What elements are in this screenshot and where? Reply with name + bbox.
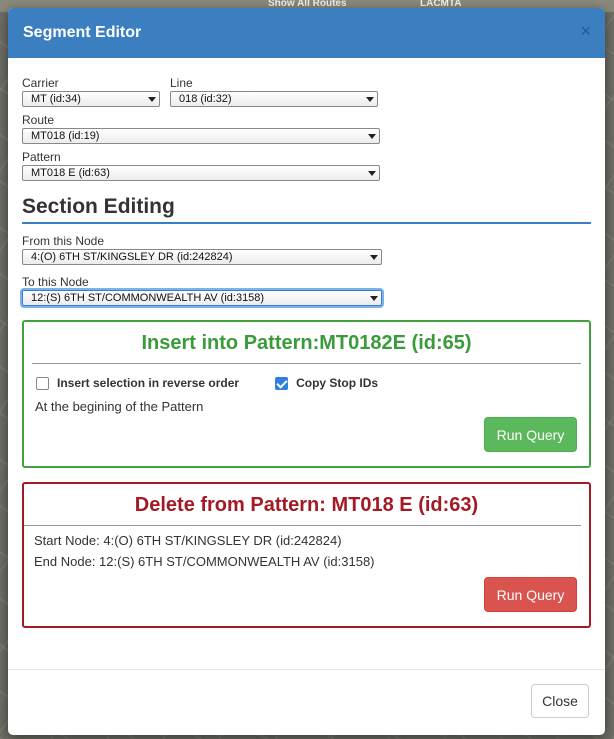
- segment-editor-modal: Segment Editor × Carrier MT (id:34) Line…: [8, 8, 605, 735]
- from-node-label: From this Node: [22, 234, 105, 248]
- copy-stop-ids-label: Copy Stop IDs: [296, 376, 379, 390]
- line-label: Line: [170, 76, 193, 90]
- chevron-down-icon: [370, 255, 378, 260]
- pattern-label: Pattern: [22, 150, 61, 164]
- carrier-select[interactable]: MT (id:34): [22, 91, 160, 107]
- route-select[interactable]: MT018 (id:19): [22, 128, 380, 144]
- carrier-value: MT (id:34): [31, 93, 81, 105]
- run-insert-query-button[interactable]: Run Query: [484, 417, 577, 452]
- modal-footer: Close: [8, 669, 605, 735]
- chevron-down-icon: [368, 171, 376, 176]
- delete-panel: Delete from Pattern: MT018 E (id:63) Sta…: [22, 482, 591, 628]
- reverse-order-checkbox[interactable]: [36, 376, 49, 390]
- chevron-down-icon: [370, 296, 378, 301]
- section-heading: Section Editing: [22, 195, 591, 224]
- line-select[interactable]: 018 (id:32): [170, 91, 378, 107]
- carrier-field: Carrier MT (id:34): [22, 76, 160, 107]
- chevron-down-icon: [368, 134, 376, 139]
- copy-stop-ids-checkbox[interactable]: [275, 376, 289, 390]
- route-value: MT018 (id:19): [31, 130, 100, 142]
- delete-end-node-text: End Node: 12:(S) 6TH ST/COMMONWEALTH AV …: [34, 554, 375, 569]
- pattern-value: MT018 E (id:63): [31, 167, 110, 179]
- chevron-down-icon: [366, 97, 374, 102]
- delete-start-node-text: Start Node: 4:(O) 6TH ST/KINGSLEY DR (id…: [34, 533, 342, 548]
- line-field: Line 018 (id:32): [170, 76, 378, 107]
- from-node-field: From this Node 4:(O) 6TH ST/KINGSLEY DR …: [22, 234, 382, 265]
- modal-header: Segment Editor ×: [8, 8, 605, 58]
- modal-body: Carrier MT (id:34) Line 018 (id:32) Rout…: [8, 76, 605, 628]
- reverse-order-label: Insert selection in reverse order: [57, 376, 240, 390]
- reverse-order-option[interactable]: Insert selection in reverse order: [36, 376, 239, 390]
- insert-panel-title: Insert into Pattern:MT0182E (id:65): [141, 332, 472, 354]
- to-node-value: 12:(S) 6TH ST/COMMONWEALTH AV (id:3158): [31, 292, 265, 304]
- insert-position-text: At the begining of the Pattern: [35, 399, 204, 414]
- close-icon[interactable]: ×: [580, 22, 591, 40]
- close-button[interactable]: Close: [531, 684, 589, 718]
- to-node-select[interactable]: 12:(S) 6TH ST/COMMONWEALTH AV (id:3158): [22, 290, 382, 306]
- route-field: Route MT018 (id:19): [22, 113, 380, 144]
- chevron-down-icon: [148, 97, 156, 102]
- carrier-label: Carrier: [22, 76, 59, 90]
- insert-panel: Insert into Pattern:MT0182E (id:65) Inse…: [22, 320, 591, 468]
- from-node-value: 4:(O) 6TH ST/KINGSLEY DR (id:242824): [31, 251, 233, 263]
- delete-panel-title: Delete from Pattern: MT018 E (id:63): [134, 494, 479, 516]
- pattern-field: Pattern MT018 E (id:63): [22, 150, 380, 181]
- copy-stop-ids-option[interactable]: Copy Stop IDs: [275, 376, 378, 390]
- run-delete-query-button[interactable]: Run Query: [484, 577, 577, 612]
- line-value: 018 (id:32): [179, 93, 232, 105]
- to-node-field: To this Node 12:(S) 6TH ST/COMMONWEALTH …: [22, 275, 382, 306]
- pattern-select[interactable]: MT018 E (id:63): [22, 165, 380, 181]
- modal-title: Segment Editor: [23, 24, 142, 41]
- from-node-select[interactable]: 4:(O) 6TH ST/KINGSLEY DR (id:242824): [22, 249, 382, 265]
- route-label: Route: [22, 113, 55, 127]
- to-node-label: To this Node: [22, 275, 89, 289]
